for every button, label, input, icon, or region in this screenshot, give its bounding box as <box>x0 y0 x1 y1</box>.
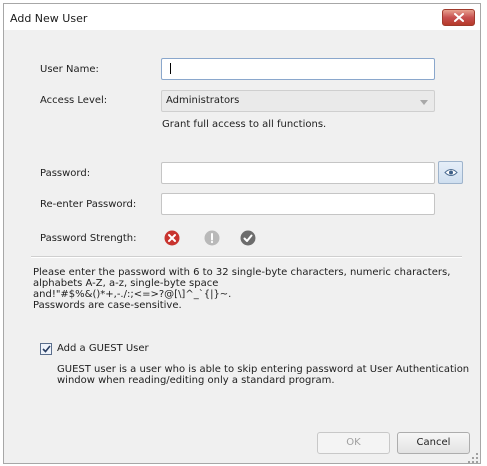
password-rules-line-4: Passwords are case-sensitive. <box>33 300 182 311</box>
user-name-label: User Name: <box>40 64 99 75</box>
access-level-description: Grant full access to all functions. <box>162 119 327 130</box>
text-caret <box>170 63 171 74</box>
chevron-down-icon <box>420 100 428 105</box>
password-rules-line-3: and!"#$%&()*+,-./:;<=>?@[\]^_`{|}~. <box>33 289 232 300</box>
warning-exclamation-icon <box>204 230 220 246</box>
password-label: Password: <box>40 168 91 179</box>
dialog-title: Add New User <box>10 12 88 25</box>
password-strength-label: Password Strength: <box>40 233 137 244</box>
cancel-button[interactable]: Cancel <box>397 432 470 454</box>
guest-description-line-2: window when reading/editing only a stand… <box>57 375 335 386</box>
access-level-value: Administrators <box>166 95 240 106</box>
add-guest-user-label[interactable]: Add a GUEST User <box>57 343 149 354</box>
close-icon <box>453 13 464 22</box>
ok-button[interactable]: OK <box>317 432 390 454</box>
guest-description-line-1: GUEST user is a user who is able to skip… <box>57 364 470 375</box>
password-rules-line-1: Please enter the password with 6 to 32 s… <box>33 267 451 278</box>
add-new-user-dialog: Add New User User Name: Access Level: Ad… <box>3 3 481 464</box>
resize-grip-icon[interactable] <box>468 453 478 463</box>
user-name-input[interactable] <box>161 58 435 80</box>
check-icon <box>240 230 256 246</box>
access-level-select[interactable]: Administrators <box>161 90 435 112</box>
reenter-password-input[interactable] <box>161 193 435 215</box>
close-button[interactable] <box>442 9 475 26</box>
access-level-label: Access Level: <box>40 95 108 106</box>
title-bar: Add New User <box>4 4 480 30</box>
show-password-button[interactable] <box>438 161 463 184</box>
password-rules-line-2: alphabets A-Z, a-z, single-byte space <box>33 278 219 289</box>
add-guest-user-checkbox[interactable] <box>40 343 52 355</box>
password-input[interactable] <box>161 162 435 184</box>
checkmark-icon <box>41 345 51 353</box>
eye-icon <box>443 169 458 176</box>
reenter-password-label: Re-enter Password: <box>40 199 137 210</box>
section-divider <box>31 256 462 258</box>
error-x-icon <box>164 230 180 246</box>
